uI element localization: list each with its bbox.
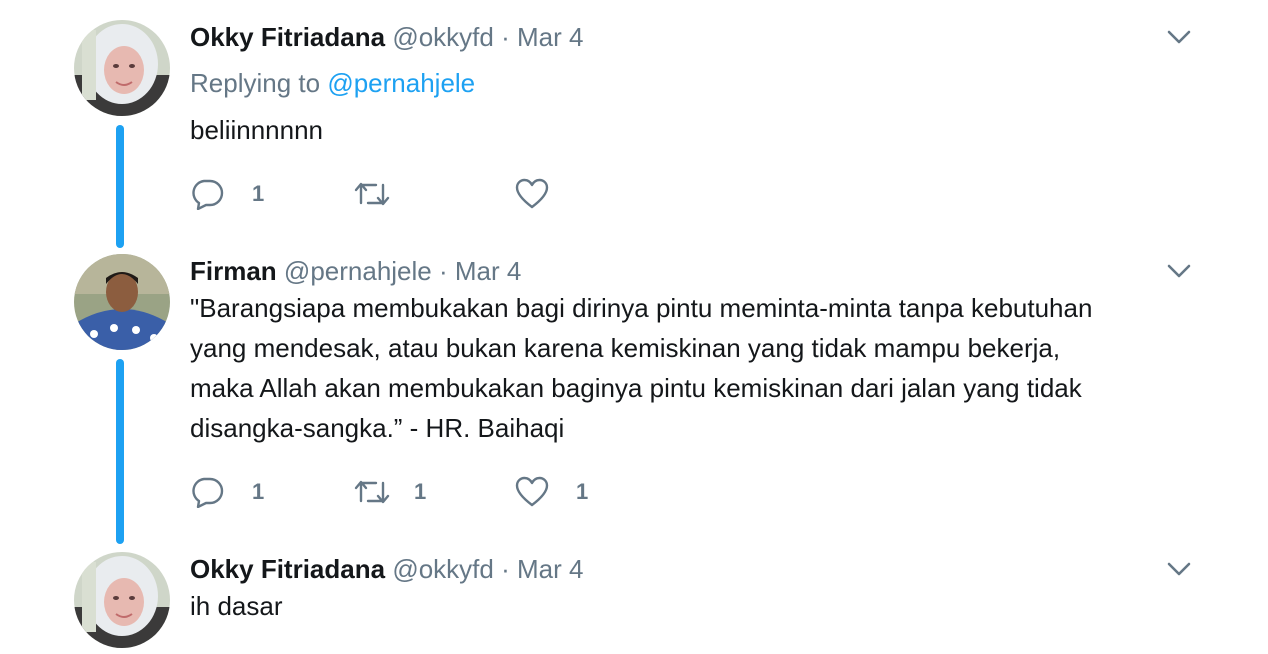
- separator: ·: [438, 256, 448, 286]
- reply-icon: [192, 179, 224, 210]
- like-icon: [515, 476, 549, 507]
- tweet-text-line: disangka-sangka.” - HR. Baihaqi: [190, 413, 565, 443]
- avatar[interactable]: [74, 20, 170, 116]
- reply-count: 1: [252, 479, 265, 504]
- display-name[interactable]: Firman: [190, 256, 277, 286]
- tweet-text-line: "Barangsiapa membukakan bagi dirinya pin…: [190, 293, 1093, 323]
- mention-link[interactable]: @pernahjele: [327, 68, 475, 98]
- retweet-count: 1: [414, 479, 427, 504]
- avatar[interactable]: [74, 552, 170, 648]
- reply-icon: [192, 477, 224, 508]
- tweet-text-line: maka Allah akan membukakan baginya pintu…: [190, 373, 1082, 403]
- tweet-header: Firman @pernahjele · Mar 4: [190, 254, 521, 288]
- thread-line: [116, 125, 124, 248]
- tweet-text-line: yang mendesak, atau bukan karena kemiski…: [190, 333, 1061, 363]
- replying-to-label: Replying to: [190, 68, 321, 98]
- tweet-2[interactable]: Firman @pernahjele · Mar 4 "Barangsiapa …: [0, 254, 1268, 544]
- retweet-icon: [354, 480, 390, 504]
- display-name[interactable]: Okky Fitriadana: [190, 22, 385, 52]
- avatar[interactable]: [74, 254, 170, 350]
- tweet-header: Okky Fitriadana @okkyfd · Mar 4: [190, 20, 583, 54]
- tweet-text: beliinnnnnn: [190, 115, 324, 145]
- retweet-button[interactable]: [352, 174, 472, 214]
- like-icon: [515, 178, 549, 209]
- tweet-date[interactable]: Mar 4: [517, 554, 583, 584]
- tweet-date[interactable]: Mar 4: [455, 256, 521, 286]
- user-handle[interactable]: @okkyfd: [392, 554, 494, 584]
- chevron-down-icon[interactable]: [1164, 22, 1194, 52]
- reply-count: 1: [252, 181, 265, 206]
- tweet-text: ih dasar: [190, 591, 283, 621]
- tweet-1[interactable]: Okky Fitriadana @okkyfd · Mar 4 Replying…: [0, 20, 1268, 248]
- retweet-icon: [354, 182, 390, 206]
- chevron-down-icon[interactable]: [1164, 554, 1194, 584]
- user-handle[interactable]: @okkyfd: [392, 22, 494, 52]
- tweet-date[interactable]: Mar 4: [517, 22, 583, 52]
- like-button[interactable]: 1: [514, 472, 634, 512]
- retweet-button[interactable]: 1: [352, 472, 472, 512]
- like-button[interactable]: [514, 174, 634, 214]
- user-handle[interactable]: @pernahjele: [284, 256, 432, 286]
- separator: ·: [501, 554, 510, 584]
- separator: ·: [501, 22, 510, 52]
- display-name[interactable]: Okky Fitriadana: [190, 554, 385, 584]
- tweet-text: "Barangsiapa membukakan bagi dirinya pin…: [190, 288, 1200, 448]
- tweet-3[interactable]: Okky Fitriadana @okkyfd · Mar 4 ih dasar: [0, 552, 1268, 654]
- reply-button[interactable]: 1: [190, 174, 310, 214]
- like-count: 1: [576, 479, 589, 504]
- thread-line: [116, 359, 124, 544]
- replying-to: Replying to @pernahjele: [190, 66, 475, 100]
- tweet-header: Okky Fitriadana @okkyfd · Mar 4: [190, 552, 583, 586]
- chevron-down-icon[interactable]: [1164, 256, 1194, 286]
- reply-button[interactable]: 1: [190, 472, 310, 512]
